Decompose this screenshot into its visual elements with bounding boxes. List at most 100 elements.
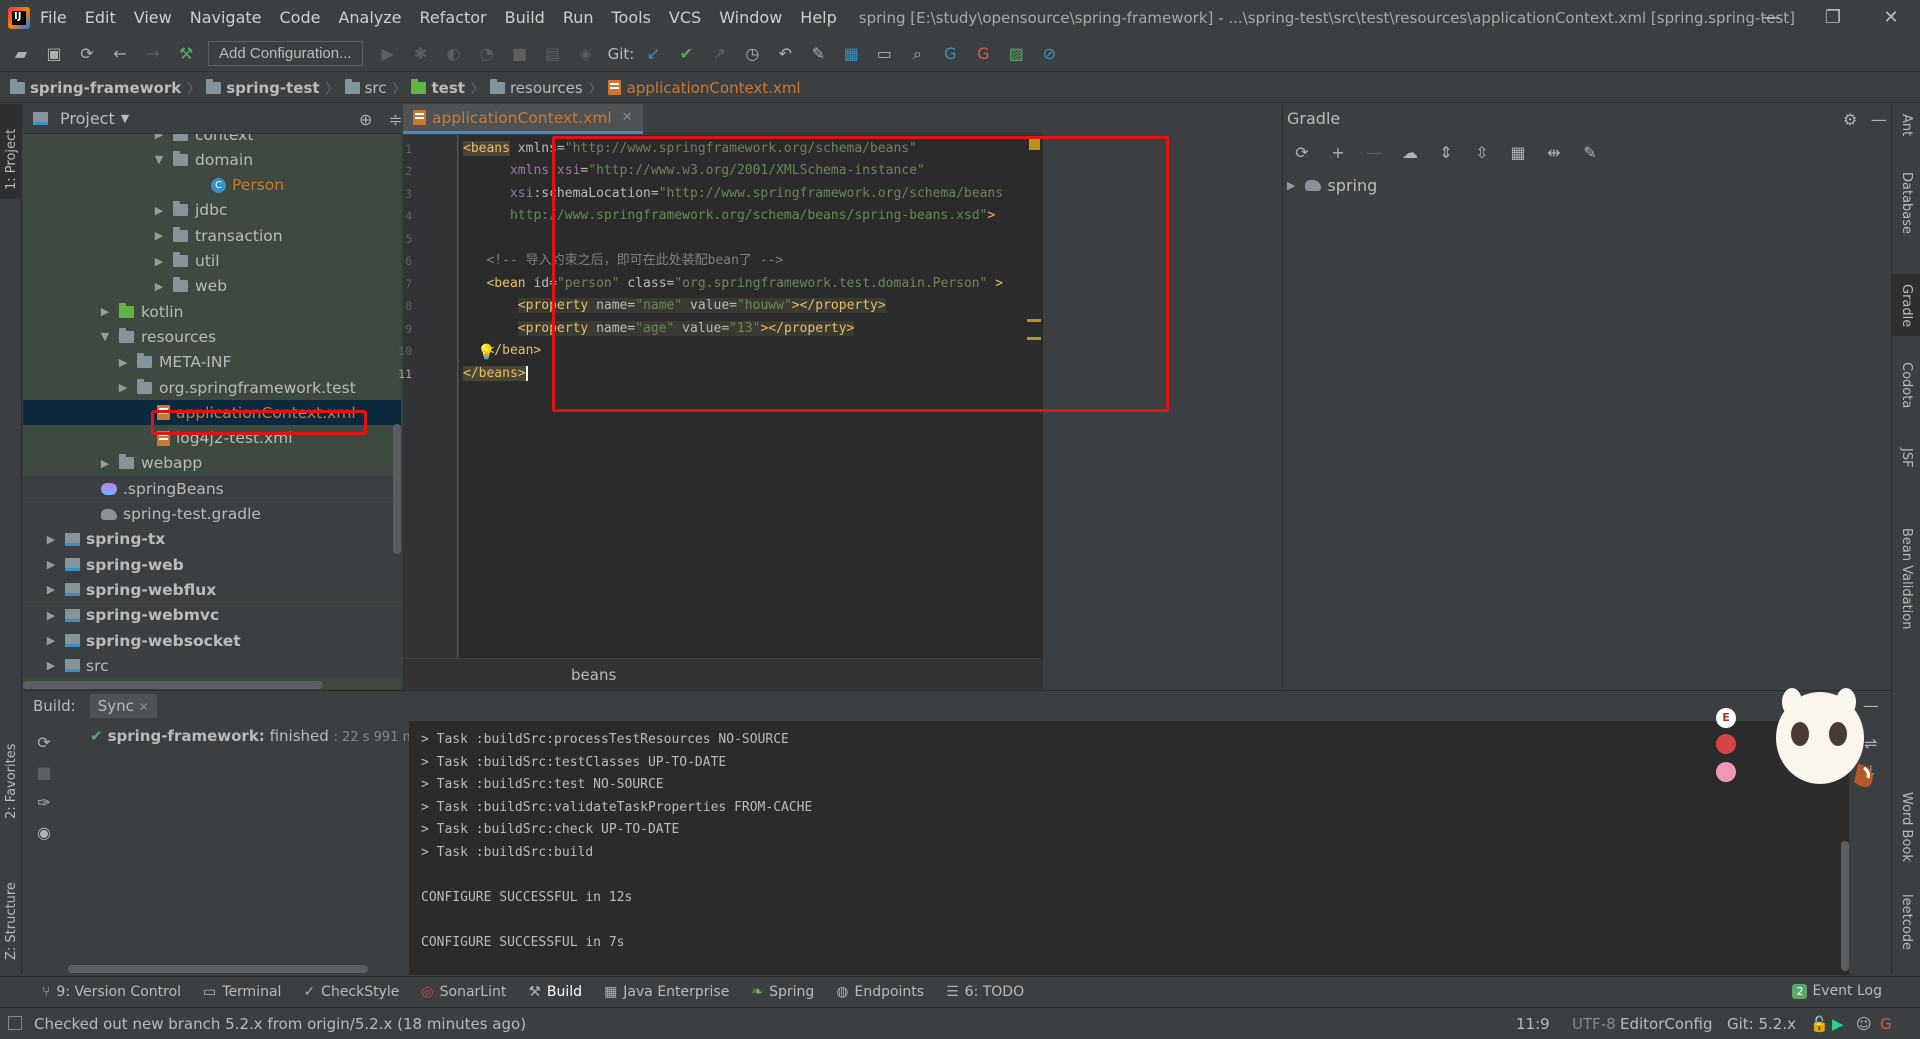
tree-item[interactable]: ▶ kotlin — [23, 299, 401, 324]
menu-code[interactable]: Code — [280, 8, 321, 27]
tree-item[interactable]: ▶ util — [23, 249, 401, 274]
codota-tool-tab[interactable]: Codota — [1899, 362, 1914, 408]
git-branch-widget[interactable]: Git: 5.2.x — [1727, 1015, 1796, 1033]
settings-wrench-icon[interactable]: ✎ — [807, 43, 829, 65]
plugin-e-icon[interactable]: E — [1716, 708, 1736, 728]
menu-file[interactable]: File — [40, 8, 67, 27]
google-icon[interactable]: G — [1880, 1015, 1892, 1033]
bean-validation-tool-tab[interactable]: Bean Validation — [1899, 528, 1914, 629]
file-encoding[interactable]: UTF-8 — [1572, 1015, 1616, 1033]
menu-analyze[interactable]: Analyze — [338, 8, 401, 27]
tree-item[interactable]: ▶ transaction — [23, 223, 401, 248]
refresh-icon[interactable]: ⟳ — [1291, 141, 1313, 163]
settings-wrench-icon[interactable]: ✎ — [1579, 141, 1601, 163]
breadcrumb-item[interactable]: spring-framework — [10, 78, 181, 97]
lightbulb-icon[interactable]: 💡 — [477, 343, 496, 361]
git-push-icon[interactable]: ↗ — [708, 43, 730, 65]
menu-run[interactable]: Run — [563, 8, 594, 27]
gear-icon[interactable]: ⚙ — [1843, 110, 1857, 129]
chevron-right-icon[interactable]: ▶ — [43, 558, 59, 571]
tree-item[interactable]: ▶ META-INF — [23, 350, 401, 375]
tree-item[interactable]: ▼ domain — [23, 147, 401, 172]
tree-item[interactable]: ▶ context — [23, 134, 401, 147]
warning-stripe-icon[interactable] — [1029, 139, 1040, 150]
chevron-right-icon[interactable]: ▶ — [43, 609, 59, 622]
tool-tab-sonarlint[interactable]: ◎ SonarLint — [421, 984, 506, 1000]
group-modules-icon[interactable]: ▦ — [1507, 141, 1529, 163]
vertical-scrollbar[interactable] — [1841, 841, 1849, 971]
chevron-down-icon[interactable]: ▼ — [121, 112, 129, 125]
tab-applicationcontext-xml[interactable]: applicationContext.xml ✕ — [403, 104, 643, 134]
tree-item[interactable]: applicationContext.xml — [23, 400, 401, 426]
structure-tool-tab[interactable]: Z: Structure — [4, 882, 19, 960]
project-view-dropdown[interactable]: Project — [60, 109, 115, 128]
sync-icon[interactable]: ⟳ — [76, 43, 98, 65]
tree-item[interactable]: .springBeans — [23, 476, 401, 502]
horizontal-scrollbar[interactable] — [68, 965, 368, 973]
back-icon[interactable]: ← — [109, 43, 131, 65]
leetcode-tool-tab[interactable]: leetcode — [1899, 894, 1914, 950]
chevron-right-icon[interactable]: ▶ — [43, 634, 59, 647]
chevron-right-icon[interactable]: ▶ — [1287, 179, 1295, 192]
git-commit-icon[interactable]: ✔ — [675, 43, 697, 65]
chevron-down-icon[interactable]: ▼ — [151, 153, 167, 166]
ant-tool-tab[interactable]: Ant — [1899, 114, 1914, 136]
git-history-icon[interactable]: ◷ — [741, 43, 763, 65]
flower-icon[interactable] — [1716, 762, 1736, 782]
close-tab-icon[interactable]: ✕ — [622, 110, 633, 125]
stop-icon[interactable]: ■ — [33, 761, 55, 783]
chevron-right-icon[interactable]: ▶ — [43, 583, 59, 596]
tree-item[interactable]: ▶ src — [23, 653, 401, 679]
gradle-elephant-icon[interactable]: ☁ — [1399, 141, 1421, 163]
jsf-tool-tab[interactable]: JSF — [1899, 448, 1914, 468]
chevron-right-icon[interactable]: ▶ — [43, 659, 59, 672]
tool-tab-checkstyle[interactable]: ✓ CheckStyle — [303, 984, 399, 1000]
restore-icon[interactable]: ❐ — [1810, 0, 1856, 35]
lock-icon[interactable]: 🔓 — [1810, 1015, 1829, 1033]
build-hammer-icon[interactable]: ⚒ — [175, 43, 197, 65]
tree-item[interactable]: ▶ spring-web — [23, 552, 401, 578]
favorites-tool-tab[interactable]: 2: Favorites — [4, 743, 19, 819]
tree-item[interactable]: C Person — [23, 173, 401, 198]
statistic-icon[interactable]: ▨ — [1005, 43, 1027, 65]
word-book-tool-tab[interactable]: Word Book — [1899, 792, 1914, 862]
vertical-scrollbar[interactable] — [393, 424, 401, 554]
editorconfig-indicator[interactable]: EditorConfig — [1620, 1015, 1713, 1033]
event-log-button[interactable]: 2 Event Log — [1792, 983, 1882, 999]
menu-help[interactable]: Help — [800, 8, 836, 27]
chevron-right-icon[interactable]: ▶ — [43, 533, 59, 546]
tree-item[interactable]: ▶ web — [23, 274, 401, 299]
tree-item[interactable]: ▶ org.springframework.test — [23, 375, 401, 400]
remove-icon[interactable]: — — [1363, 141, 1385, 163]
chevron-right-icon[interactable]: ▶ — [115, 356, 131, 369]
tree-item[interactable]: ▶ spring-tx — [23, 526, 401, 552]
tool-tab-spring[interactable]: ❧ Spring — [751, 984, 814, 1000]
breadcrumb-item[interactable]: applicationContext.xml — [607, 79, 801, 97]
tool-tab-terminal[interactable]: ▭ Terminal — [203, 984, 281, 1000]
build-console-output[interactable]: > Task :buildSrc:processTestResources NO… — [409, 721, 1849, 975]
chevron-right-icon[interactable]: ▶ — [97, 305, 113, 318]
horizontal-scrollbar[interactable] — [23, 681, 323, 689]
status-message[interactable]: Checked out new branch 5.2.x from origin… — [34, 1015, 526, 1033]
chevron-right-icon[interactable]: ▶ — [115, 381, 131, 394]
inspector-icon[interactable]: ☺ — [1856, 1015, 1872, 1033]
expand-all-icon[interactable]: ⇕ — [1435, 141, 1457, 163]
add-configuration-button[interactable]: Add Configuration... — [208, 41, 363, 66]
terminal-plugin-icon[interactable]: ▶ — [1832, 1015, 1844, 1033]
tree-item[interactable]: ▶ spring-websocket — [23, 628, 401, 653]
resync-icon[interactable]: ⟳ — [33, 731, 55, 753]
chevron-right-icon[interactable]: ▶ — [97, 457, 113, 470]
add-icon[interactable]: + — [1327, 141, 1349, 163]
caret-position[interactable]: 11:9 — [1516, 1015, 1550, 1033]
chevron-right-icon[interactable]: ▶ — [151, 229, 167, 242]
tab-sync[interactable]: Sync ✕ — [89, 693, 157, 718]
tool-tab-build[interactable]: ⚒ Build — [528, 984, 582, 1000]
translate-icon[interactable]: G — [939, 43, 961, 65]
chevron-right-icon[interactable]: ▶ — [151, 134, 167, 141]
breadcrumb-item[interactable]: test — [411, 78, 465, 97]
hide-panel-icon[interactable]: — — [1871, 110, 1887, 129]
attach-debugger-icon[interactable]: ▤ — [542, 43, 564, 65]
chevron-right-icon[interactable]: ▶ — [151, 280, 167, 293]
tree-item[interactable]: ▶ spring-webflux — [23, 577, 401, 603]
toggle-tool-windows-icon[interactable] — [8, 1016, 22, 1030]
